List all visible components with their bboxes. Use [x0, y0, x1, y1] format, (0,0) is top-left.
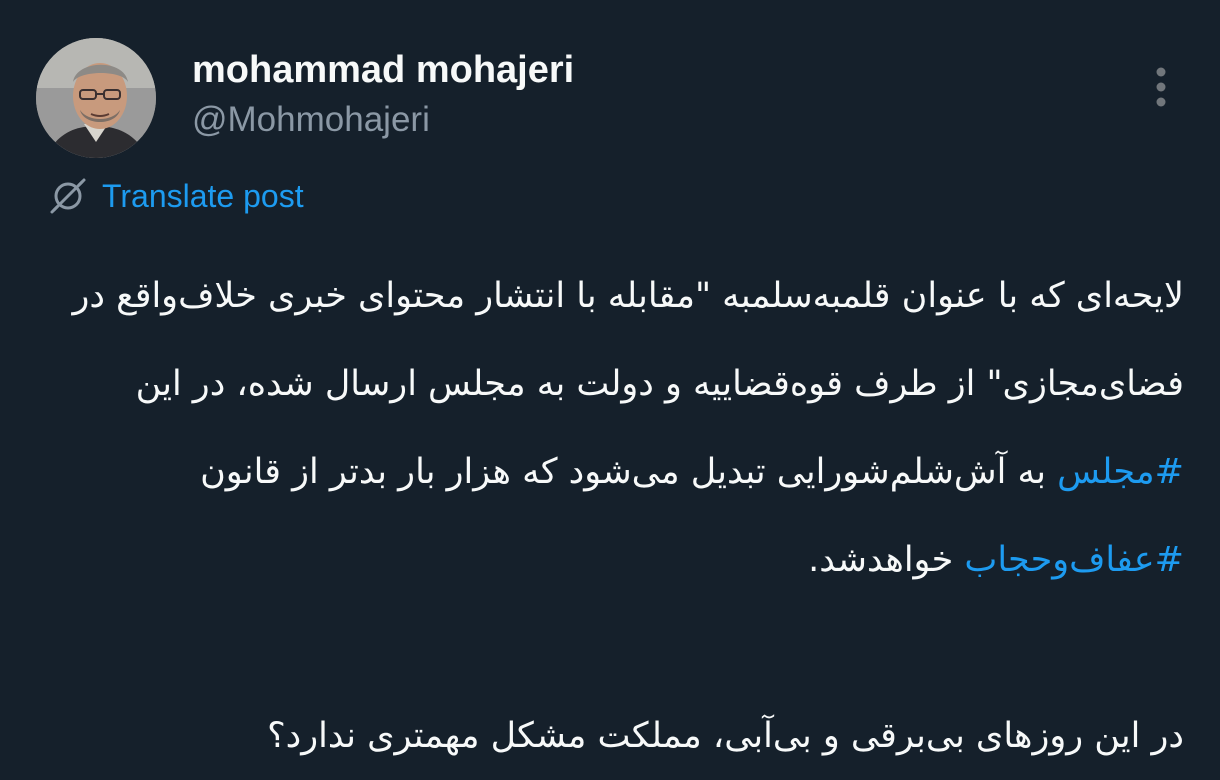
author-handle[interactable]: @Mohmohajeri [192, 98, 430, 142]
post-card: mohammad mohajeri @Mohmohajeri Translate… [0, 0, 1220, 767]
more-options-button[interactable] [1140, 60, 1182, 114]
post-text-segment: لایحه‌ای که با عنوان قلمبه‌سلمبه "مقابله… [72, 276, 1184, 404]
more-vertical-icon [1156, 67, 1166, 107]
post-body: لایحه‌ای که با عنوان قلمبه‌سلمبه "مقابله… [40, 252, 1184, 780]
author-display-name[interactable]: mohammad mohajeri [192, 46, 574, 94]
hashtag-link[interactable]: #عفاف‌وحجاب [964, 540, 1184, 580]
post-text-segment: خواهدشد. [808, 540, 965, 580]
avatar-image [36, 38, 156, 158]
avatar[interactable] [36, 38, 156, 158]
post-text-segment: به آش‌شلم‌شورایی تبدیل می‌شود که هزار با… [200, 452, 1058, 492]
post-paragraph: لایحه‌ای که با عنوان قلمبه‌سلمبه "مقابله… [40, 252, 1184, 604]
hashtag-link[interactable]: #مجلس [1057, 452, 1184, 492]
translate-post-button[interactable]: Translate post [48, 174, 304, 218]
translate-post-label: Translate post [102, 177, 304, 214]
translate-globe-icon [50, 178, 86, 214]
